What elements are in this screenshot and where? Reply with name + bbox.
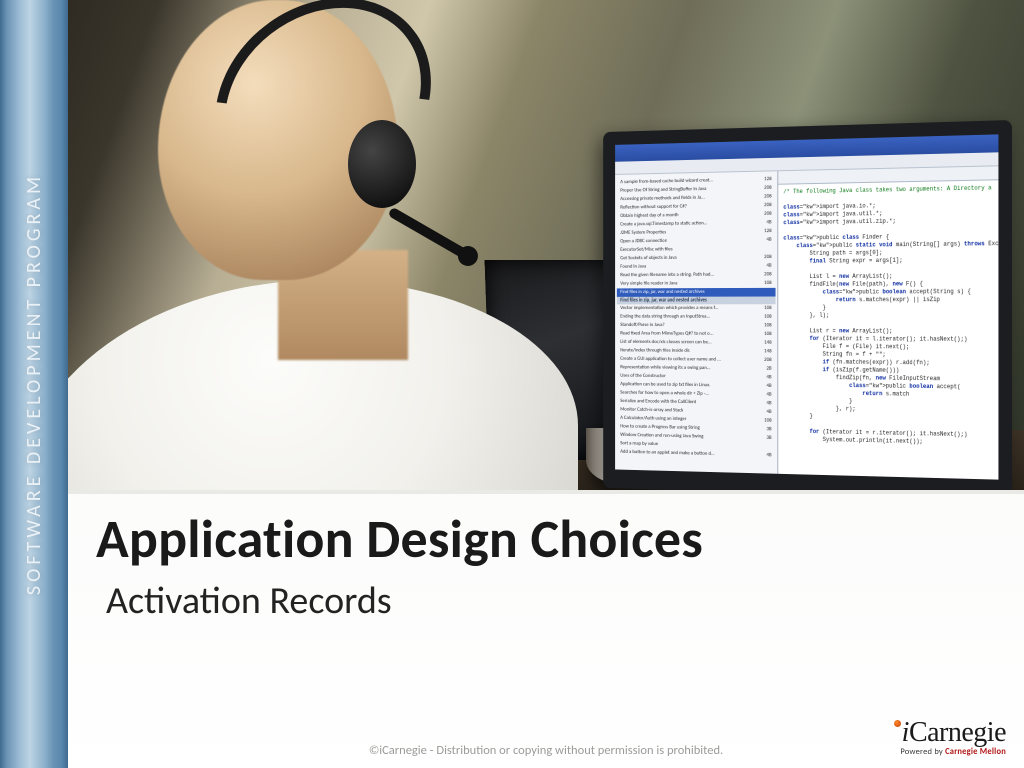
hero-photo: A sample from-based cache build wizard c… bbox=[68, 0, 1024, 494]
photo-monitor: A sample from-based cache build wizard c… bbox=[603, 120, 1012, 494]
ide-code: /* The following Java class takes two ar… bbox=[778, 180, 998, 479]
ide-list-header: Find files in zip, jar, war and nested a… bbox=[617, 297, 775, 305]
ide-list-item-selected: Find files in zip, jar, war and nested a… bbox=[617, 288, 775, 297]
copyright-text: ©iCarnegie - Distribution or copying wit… bbox=[369, 743, 723, 758]
footer: ©iCarnegie - Distribution or copying wit… bbox=[68, 700, 1024, 760]
slide: SOFTWARE DEVELOPMENT PROGRAM A sample f bbox=[0, 0, 1024, 768]
ide-left-pane: A sample from-based cache build wizard c… bbox=[615, 171, 778, 474]
sidebar-label: SOFTWARE DEVELOPMENT PROGRAM bbox=[22, 173, 46, 595]
brand-logo: iCarnegie Powered by Carnegie Mellon bbox=[894, 719, 1006, 757]
photo-person bbox=[68, 0, 528, 494]
ide-list-item: Ending the data string through an InputS… bbox=[617, 313, 775, 322]
brand-powered-name: Carnegie Mellon bbox=[945, 747, 1006, 757]
headset-earcup-icon bbox=[348, 120, 416, 208]
brand-prefix: i bbox=[902, 717, 909, 748]
brand-powered-prefix: Powered by bbox=[900, 747, 945, 757]
sidebar-band: SOFTWARE DEVELOPMENT PROGRAM bbox=[0, 0, 68, 768]
title-zone: Application Design Choices Activation Re… bbox=[96, 506, 994, 624]
brand-name: Carnegie bbox=[909, 717, 1006, 748]
ide-right-pane: /* The following Java class takes two ar… bbox=[778, 166, 998, 479]
ide-list-item: Vector implementation which provides a m… bbox=[617, 304, 775, 313]
ide-screen: A sample from-based cache build wizard c… bbox=[615, 134, 998, 479]
slide-title: Application Design Choices bbox=[96, 506, 994, 572]
slide-subtitle: Activation Records bbox=[106, 578, 994, 624]
brand-dot-icon bbox=[894, 720, 901, 727]
